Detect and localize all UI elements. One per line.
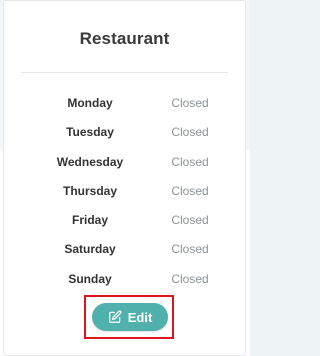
edit-square-pencil-icon (108, 310, 122, 323)
hours-status: Closed (171, 271, 209, 286)
hours-row: Saturday Closed (4, 235, 245, 264)
hours-status: Closed (171, 154, 209, 169)
hours-list: Monday Closed Tuesday Closed Wednesday C… (4, 89, 245, 294)
hours-row: Monday Closed (4, 89, 245, 118)
day-label: Friday (71, 213, 108, 228)
hours-row: Tuesday Closed (4, 118, 245, 147)
hours-status: Closed (171, 183, 209, 198)
card-title: Restaurant (79, 29, 170, 48)
title-divider (21, 72, 228, 73)
day-label: Thursday (62, 183, 117, 198)
edit-button[interactable]: Edit (92, 303, 168, 331)
hours-row: Wednesday Closed (4, 148, 245, 177)
hours-status: Closed (171, 213, 209, 228)
hours-status: Closed (171, 125, 209, 140)
hours-status: Closed (171, 242, 209, 257)
day-label: Monday (67, 96, 113, 110)
hours-status: Closed (171, 96, 209, 110)
edit-button-highlight: Edit (84, 295, 174, 339)
restaurant-hours-card: Restaurant Monday Closed Tuesday Closed … (3, 0, 246, 356)
hours-row: Sunday Closed (4, 265, 245, 294)
day-label: Wednesday (56, 154, 124, 169)
hours-row: Friday Closed (4, 206, 245, 235)
edit-button-label: Edit (127, 309, 153, 325)
hours-row: Thursday Closed (4, 177, 245, 206)
day-label: Saturday (64, 242, 116, 257)
day-label: Sunday (68, 271, 112, 286)
day-label: Tuesday (66, 125, 114, 140)
page: Restaurant Monday Closed Tuesday Closed … (0, 0, 250, 356)
